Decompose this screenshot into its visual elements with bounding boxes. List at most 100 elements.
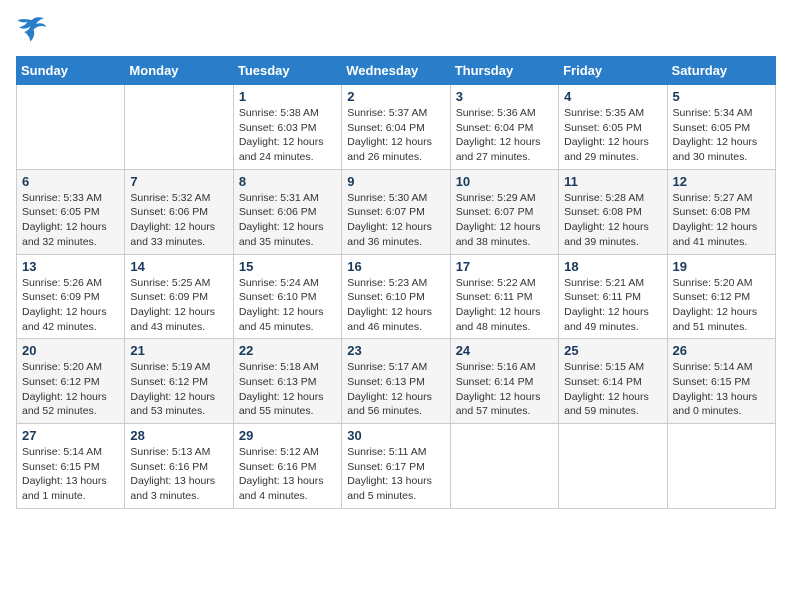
day-info: Sunrise: 5:16 AM Sunset: 6:14 PM Dayligh…	[456, 360, 553, 419]
day-info: Sunrise: 5:18 AM Sunset: 6:13 PM Dayligh…	[239, 360, 336, 419]
day-info: Sunrise: 5:20 AM Sunset: 6:12 PM Dayligh…	[673, 276, 770, 335]
calendar-cell: 19 Sunrise: 5:20 AM Sunset: 6:12 PM Dayli…	[667, 254, 775, 339]
day-number: 13	[22, 259, 119, 274]
day-info: Sunrise: 5:11 AM Sunset: 6:17 PM Dayligh…	[347, 445, 444, 504]
calendar-cell: 5 Sunrise: 5:34 AM Sunset: 6:05 PM Daylig…	[667, 85, 775, 170]
day-number: 14	[130, 259, 227, 274]
day-number: 11	[564, 174, 661, 189]
day-number: 29	[239, 428, 336, 443]
logo	[16, 16, 52, 44]
calendar-cell: 3 Sunrise: 5:36 AM Sunset: 6:04 PM Daylig…	[450, 85, 558, 170]
day-info: Sunrise: 5:22 AM Sunset: 6:11 PM Dayligh…	[456, 276, 553, 335]
day-info: Sunrise: 5:12 AM Sunset: 6:16 PM Dayligh…	[239, 445, 336, 504]
day-info: Sunrise: 5:33 AM Sunset: 6:05 PM Dayligh…	[22, 191, 119, 250]
day-info: Sunrise: 5:14 AM Sunset: 6:15 PM Dayligh…	[22, 445, 119, 504]
day-info: Sunrise: 5:32 AM Sunset: 6:06 PM Dayligh…	[130, 191, 227, 250]
day-number: 24	[456, 343, 553, 358]
day-number: 9	[347, 174, 444, 189]
day-info: Sunrise: 5:13 AM Sunset: 6:16 PM Dayligh…	[130, 445, 227, 504]
day-number: 17	[456, 259, 553, 274]
day-number: 10	[456, 174, 553, 189]
day-number: 20	[22, 343, 119, 358]
day-number: 19	[673, 259, 770, 274]
calendar-week-row: 1Sunrise: 5:38 AM Sunset: 6:03 PM Daylig…	[17, 85, 776, 170]
day-number: 2	[347, 89, 444, 104]
day-number: 5	[673, 89, 770, 104]
day-number: 7	[130, 174, 227, 189]
day-info: Sunrise: 5:14 AM Sunset: 6:15 PM Dayligh…	[673, 360, 770, 419]
calendar-week-row: 13 Sunrise: 5:26 AM Sunset: 6:09 PM Dayli…	[17, 254, 776, 339]
day-number: 16	[347, 259, 444, 274]
day-info: Sunrise: 5:24 AM Sunset: 6:10 PM Dayligh…	[239, 276, 336, 335]
day-info: Sunrise: 5:34 AM Sunset: 6:05 PM Dayligh…	[673, 106, 770, 165]
column-header-thursday: Thursday	[450, 57, 558, 85]
day-number: 27	[22, 428, 119, 443]
day-number: 30	[347, 428, 444, 443]
column-header-tuesday: Tuesday	[233, 57, 341, 85]
day-number: 4	[564, 89, 661, 104]
calendar-cell: 12 Sunrise: 5:27 AM Sunset: 6:08 PM Dayli…	[667, 169, 775, 254]
day-number: 23	[347, 343, 444, 358]
day-number: 8	[239, 174, 336, 189]
calendar-cell	[17, 85, 125, 170]
calendar-cell	[667, 424, 775, 509]
day-info: Sunrise: 5:23 AM Sunset: 6:10 PM Dayligh…	[347, 276, 444, 335]
calendar-week-row: 27 Sunrise: 5:14 AM Sunset: 6:15 PM Dayli…	[17, 424, 776, 509]
day-number: 25	[564, 343, 661, 358]
calendar-cell	[450, 424, 558, 509]
calendar-cell: 21 Sunrise: 5:19 AM Sunset: 6:12 PM Dayli…	[125, 339, 233, 424]
calendar-cell: 16 Sunrise: 5:23 AM Sunset: 6:10 PM Dayli…	[342, 254, 450, 339]
calendar-header-row: SundayMondayTuesdayWednesdayThursdayFrid…	[17, 57, 776, 85]
day-info: Sunrise: 5:29 AM Sunset: 6:07 PM Dayligh…	[456, 191, 553, 250]
calendar-cell: 30 Sunrise: 5:11 AM Sunset: 6:17 PM Dayli…	[342, 424, 450, 509]
day-info: Sunrise: 5:36 AM Sunset: 6:04 PM Dayligh…	[456, 106, 553, 165]
day-info: Sunrise: 5:38 AM Sunset: 6:03 PM Dayligh…	[239, 106, 336, 165]
column-header-sunday: Sunday	[17, 57, 125, 85]
day-info: Sunrise: 5:28 AM Sunset: 6:08 PM Dayligh…	[564, 191, 661, 250]
day-number: 28	[130, 428, 227, 443]
calendar-week-row: 6Sunrise: 5:33 AM Sunset: 6:05 PM Daylig…	[17, 169, 776, 254]
calendar-cell	[559, 424, 667, 509]
day-number: 18	[564, 259, 661, 274]
calendar-cell	[125, 85, 233, 170]
day-info: Sunrise: 5:37 AM Sunset: 6:04 PM Dayligh…	[347, 106, 444, 165]
calendar-cell: 8Sunrise: 5:31 AM Sunset: 6:06 PM Daylig…	[233, 169, 341, 254]
day-info: Sunrise: 5:17 AM Sunset: 6:13 PM Dayligh…	[347, 360, 444, 419]
day-info: Sunrise: 5:27 AM Sunset: 6:08 PM Dayligh…	[673, 191, 770, 250]
calendar-cell: 29 Sunrise: 5:12 AM Sunset: 6:16 PM Dayli…	[233, 424, 341, 509]
day-info: Sunrise: 5:15 AM Sunset: 6:14 PM Dayligh…	[564, 360, 661, 419]
calendar-cell: 6Sunrise: 5:33 AM Sunset: 6:05 PM Daylig…	[17, 169, 125, 254]
calendar-cell: 17 Sunrise: 5:22 AM Sunset: 6:11 PM Dayli…	[450, 254, 558, 339]
calendar-cell: 22Sunrise: 5:18 AM Sunset: 6:13 PM Dayli…	[233, 339, 341, 424]
calendar-cell: 26Sunrise: 5:14 AM Sunset: 6:15 PM Dayli…	[667, 339, 775, 424]
calendar-cell: 14Sunrise: 5:25 AM Sunset: 6:09 PM Dayli…	[125, 254, 233, 339]
calendar-cell: 25 Sunrise: 5:15 AM Sunset: 6:14 PM Dayli…	[559, 339, 667, 424]
calendar-cell: 18 Sunrise: 5:21 AM Sunset: 6:11 PM Dayli…	[559, 254, 667, 339]
calendar-cell: 13 Sunrise: 5:26 AM Sunset: 6:09 PM Dayli…	[17, 254, 125, 339]
day-info: Sunrise: 5:21 AM Sunset: 6:11 PM Dayligh…	[564, 276, 661, 335]
column-header-wednesday: Wednesday	[342, 57, 450, 85]
day-info: Sunrise: 5:26 AM Sunset: 6:09 PM Dayligh…	[22, 276, 119, 335]
day-number: 15	[239, 259, 336, 274]
calendar-cell: 11 Sunrise: 5:28 AM Sunset: 6:08 PM Dayli…	[559, 169, 667, 254]
page-header	[16, 16, 776, 44]
calendar-week-row: 20 Sunrise: 5:20 AM Sunset: 6:12 PM Dayli…	[17, 339, 776, 424]
calendar-cell: 7 Sunrise: 5:32 AM Sunset: 6:06 PM Daylig…	[125, 169, 233, 254]
calendar-table: SundayMondayTuesdayWednesdayThursdayFrid…	[16, 56, 776, 509]
calendar-cell: 23 Sunrise: 5:17 AM Sunset: 6:13 PM Dayli…	[342, 339, 450, 424]
calendar-cell: 20 Sunrise: 5:20 AM Sunset: 6:12 PM Dayli…	[17, 339, 125, 424]
calendar-cell: 27 Sunrise: 5:14 AM Sunset: 6:15 PM Dayli…	[17, 424, 125, 509]
day-info: Sunrise: 5:30 AM Sunset: 6:07 PM Dayligh…	[347, 191, 444, 250]
day-info: Sunrise: 5:20 AM Sunset: 6:12 PM Dayligh…	[22, 360, 119, 419]
day-number: 21	[130, 343, 227, 358]
calendar-cell: 1Sunrise: 5:38 AM Sunset: 6:03 PM Daylig…	[233, 85, 341, 170]
calendar-cell: 4Sunrise: 5:35 AM Sunset: 6:05 PM Daylig…	[559, 85, 667, 170]
day-info: Sunrise: 5:19 AM Sunset: 6:12 PM Dayligh…	[130, 360, 227, 419]
calendar-cell: 24 Sunrise: 5:16 AM Sunset: 6:14 PM Dayli…	[450, 339, 558, 424]
column-header-saturday: Saturday	[667, 57, 775, 85]
day-number: 3	[456, 89, 553, 104]
calendar-cell: 28 Sunrise: 5:13 AM Sunset: 6:16 PM Dayli…	[125, 424, 233, 509]
calendar-cell: 10 Sunrise: 5:29 AM Sunset: 6:07 PM Dayli…	[450, 169, 558, 254]
calendar-cell: 15 Sunrise: 5:24 AM Sunset: 6:10 PM Dayli…	[233, 254, 341, 339]
day-number: 12	[673, 174, 770, 189]
